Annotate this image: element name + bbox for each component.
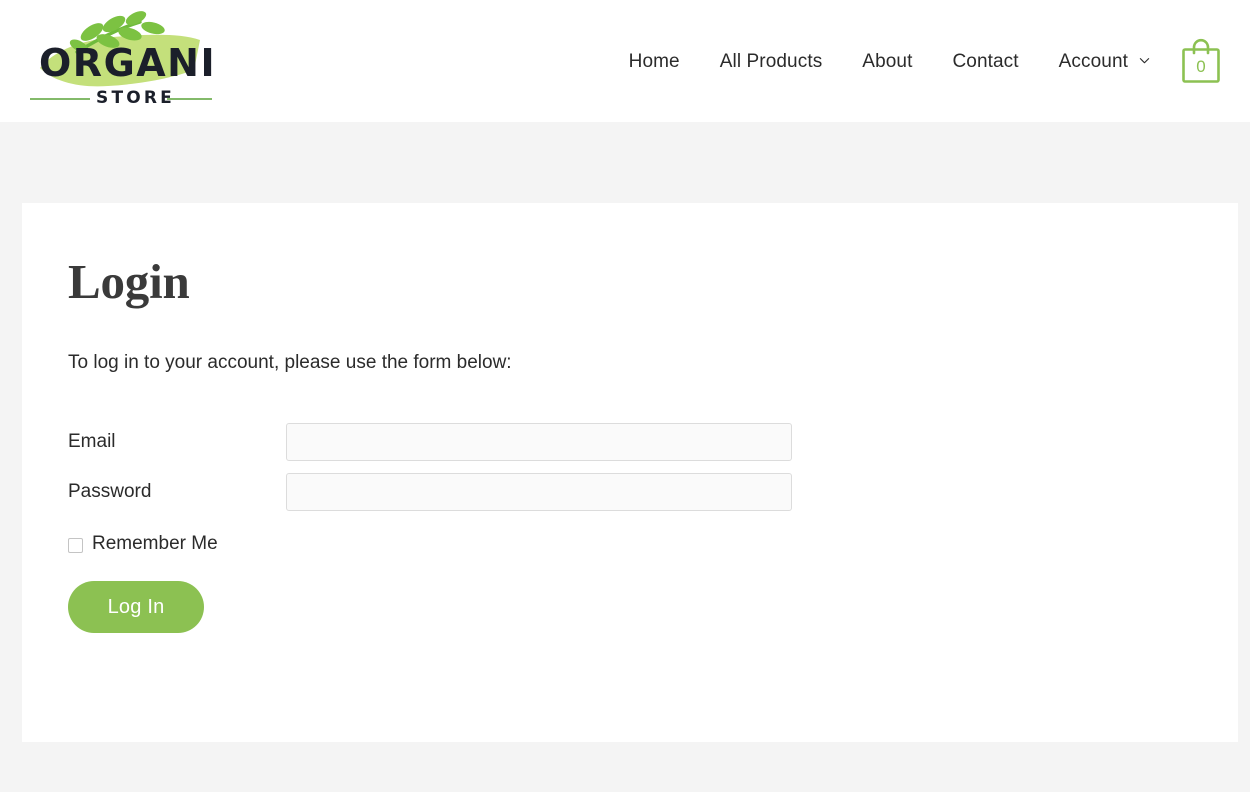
chevron-down-icon xyxy=(1139,55,1150,66)
email-label: Email xyxy=(68,430,116,452)
brand-logo[interactable]: ORGANIC STORE xyxy=(22,8,244,112)
site-header: ORGANIC STORE Home All Products About Co… xyxy=(0,0,1250,122)
remember-me-label: Remember Me xyxy=(92,533,218,555)
login-button[interactable]: Log In xyxy=(68,581,204,634)
shopping-bag-icon: 0 xyxy=(1180,37,1222,85)
login-intro-text: To log in to your account, please use th… xyxy=(68,351,512,373)
password-label: Password xyxy=(68,480,152,502)
password-field[interactable] xyxy=(286,473,792,512)
organic-store-logo-icon: ORGANIC STORE xyxy=(30,11,244,108)
password-row: Password xyxy=(68,473,1170,512)
nav-item-contact[interactable]: Contact xyxy=(932,52,1038,71)
login-form: Email Password Remember Me Log In xyxy=(68,423,1170,634)
nav-item-about[interactable]: About xyxy=(842,52,932,71)
nav-item-account[interactable]: Account xyxy=(1039,52,1158,71)
svg-text:ORGANIC: ORGANIC xyxy=(39,41,218,85)
remember-me-checkbox[interactable] xyxy=(68,538,83,554)
cart-count: 0 xyxy=(1196,57,1206,76)
page-title: Login xyxy=(68,254,190,309)
email-field[interactable] xyxy=(286,423,792,462)
remember-me-row: Remember Me xyxy=(68,533,1170,556)
cart-button[interactable]: 0 xyxy=(1180,37,1222,85)
main-navigation: Home All Products About Contact Account xyxy=(609,0,1234,122)
login-card: Login To log in to your account, please … xyxy=(22,203,1238,742)
nav-item-label: Home xyxy=(628,50,680,72)
email-row: Email xyxy=(68,423,1170,462)
nav-item-all-products[interactable]: All Products xyxy=(700,52,843,71)
nav-item-label: About xyxy=(862,50,913,72)
nav-item-label: Contact xyxy=(952,50,1019,72)
nav-item-home[interactable]: Home xyxy=(609,52,700,71)
nav-item-label: Account xyxy=(1058,50,1128,72)
svg-text:STORE: STORE xyxy=(96,88,175,108)
login-card-inner: Login To log in to your account, please … xyxy=(22,203,1238,634)
nav-item-label: All Products xyxy=(719,50,823,72)
